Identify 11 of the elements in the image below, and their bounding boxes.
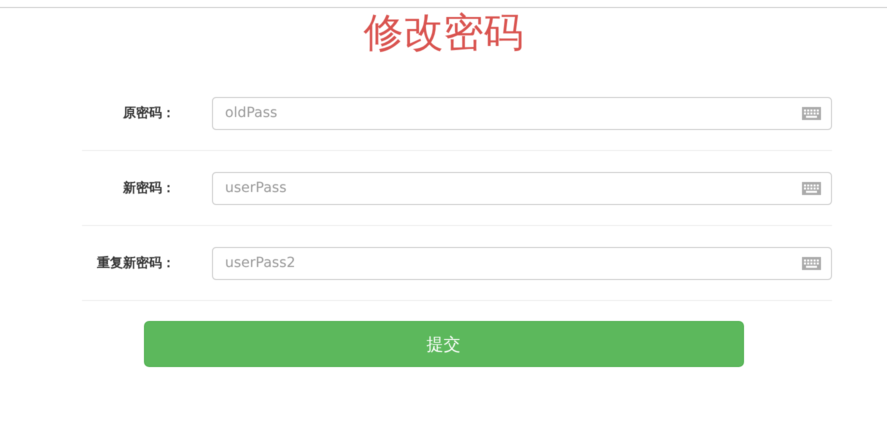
keyboard-icon xyxy=(802,182,821,194)
keyboard-icon xyxy=(802,106,821,120)
field-label: 重复新密码： xyxy=(96,254,175,272)
field-label: 原密码： xyxy=(122,104,175,122)
submit-button[interactable]: 提交 xyxy=(144,321,744,367)
keyboard-icon xyxy=(802,256,821,270)
field-label: 新密码： xyxy=(122,180,175,197)
password-field[interactable]: userPass2 xyxy=(212,246,832,280)
password-field[interactable]: oldPass xyxy=(212,96,832,130)
password-field[interactable]: userPass xyxy=(212,172,832,204)
page-title: 修改密码 xyxy=(362,9,524,58)
